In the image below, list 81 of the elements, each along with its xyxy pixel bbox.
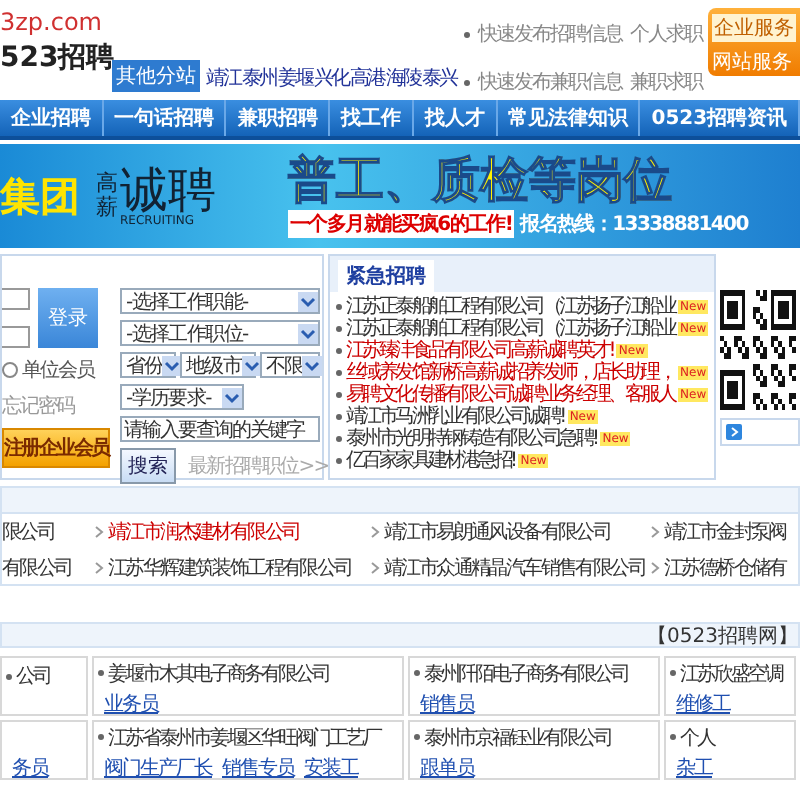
job-function-dropdown[interactable]: -选择工作职能- (120, 288, 320, 314)
caret-icon (298, 323, 318, 343)
urgent-job-link[interactable]: 丝域养发馆新桥高薪诚招养发师，店长助理， (346, 362, 675, 384)
urgent-job-link[interactable]: 靖江市马洲乳业有限公司诚聘! (346, 406, 564, 428)
urgent-job-link[interactable]: 江苏正泰船舶工程有限公司（江苏扬子江船业 (346, 318, 675, 340)
company-name: 公司 (16, 664, 50, 690)
company-name: 泰州市京福钰业有限公司 (424, 725, 611, 751)
search-button[interactable]: 搜索 (120, 448, 176, 484)
nav-item[interactable]: 常见法律知识 (497, 100, 641, 136)
banner-hotline: 报名热线：13338881400 (520, 211, 748, 239)
company-name: 江苏省泰州市姜堰区华旺阀门工艺厂 (108, 725, 380, 751)
radio-label: 单位会员 (22, 357, 94, 384)
company-link[interactable]: 江苏华辉建筑装饰工程有限公司 (108, 553, 352, 581)
city-link[interactable]: 海陵 (386, 64, 420, 92)
company-link[interactable]: 江苏德桥仓储有 (664, 553, 786, 581)
quick-link[interactable]: 个人求职 (630, 20, 702, 48)
city-link[interactable]: 泰兴 (422, 64, 456, 92)
quick-link[interactable]: 兼职求职 (630, 68, 702, 96)
company-name: 姜堰市木其电子商务有限公司 (108, 661, 329, 687)
banner-title: 诚聘 (120, 165, 216, 213)
limit-dropdown[interactable]: 不限 (260, 352, 320, 378)
job-link[interactable]: 销售员 (420, 690, 474, 718)
job-link[interactable]: 维修工 (676, 690, 730, 718)
job-link[interactable]: 跟单员 (420, 754, 474, 782)
education-dropdown[interactable]: -学历要求- (120, 384, 244, 410)
nav-item[interactable]: 找工作 (330, 100, 414, 136)
company-link[interactable]: 限公司 (2, 517, 55, 545)
job-link[interactable]: 安装工 (304, 754, 358, 782)
job-link[interactable]: 杂工 (676, 754, 712, 782)
city-link[interactable]: 靖江 (206, 64, 240, 92)
substation-button[interactable]: 其他分站 (112, 60, 200, 92)
banner-text: 集团 (0, 169, 82, 223)
job-link[interactable]: 业务员 (104, 690, 158, 718)
company-link[interactable]: 靖江市润杰建材有限公司 (108, 517, 300, 545)
password-field[interactable] (2, 326, 30, 348)
city-dropdown[interactable]: 地级市 (180, 352, 256, 378)
keyword-field[interactable]: 请输入要查询的关键字 (120, 416, 320, 442)
logo-name: 523招聘 (0, 39, 115, 78)
caret-icon (162, 355, 183, 375)
nav-item[interactable]: 找人才 (413, 100, 498, 136)
square-icon (726, 424, 742, 440)
nav-item[interactable]: 兼职招聘 (226, 100, 331, 136)
company-name: 江苏欣盛空调 (680, 661, 782, 687)
company-link[interactable]: 靖江市金封泵阀 (664, 517, 786, 545)
city-link[interactable]: 姜堰 (278, 64, 312, 92)
company-link[interactable]: 靖江市易朗通风设备有限公司 (384, 517, 611, 545)
caret-icon (222, 387, 242, 407)
job-link[interactable]: 销售专员 (222, 754, 294, 782)
urgent-job-link[interactable]: 江苏正泰船舶工程有限公司（江苏扬子江船业 (346, 296, 675, 318)
source-label: 【0523招聘网】 (647, 623, 798, 649)
city-link[interactable]: 兴化 (314, 64, 348, 92)
logo-domain: 3zp.com (0, 8, 104, 40)
banner-slogan: 一个多月就能买疯6的工作! (288, 210, 515, 239)
panel-tab[interactable]: 紧急招聘 (338, 260, 434, 292)
nav-item[interactable]: 企业招聘 (0, 100, 104, 136)
job-position-dropdown[interactable]: -选择工作职位- (120, 320, 320, 346)
service-tag[interactable]: 企业服务 (712, 14, 796, 42)
urgent-job-link[interactable]: 易聘文化传播有限公司诚聘业务经理、客服人 (346, 384, 675, 406)
company-name: 泰州阡陌电子商务有限公司 (424, 661, 628, 687)
urgent-job-link[interactable]: 江苏臻沣食品有限公司高薪诚聘英才! (346, 340, 613, 362)
quick-link[interactable]: 快速发布招聘信息 (478, 20, 622, 48)
register-button[interactable]: 注册企业会员 (2, 428, 111, 468)
nav-item[interactable]: 一句话招聘 (103, 100, 227, 136)
radio-button[interactable] (2, 362, 18, 378)
caret-icon (298, 291, 318, 311)
job-link[interactable]: 阀门生产厂长 (104, 754, 212, 782)
company-name: 个人 (680, 725, 714, 751)
province-dropdown[interactable]: 省份 (120, 352, 176, 378)
company-link[interactable]: 靖江市众通精晶汽车销售有限公司 (384, 553, 646, 581)
banner-headline: 普工、质检等岗位 (288, 153, 672, 207)
company-link[interactable]: 有限公司 (2, 553, 72, 581)
banner-text: 高薪 (96, 171, 118, 221)
quick-link[interactable]: 快速发布兼职信息 (478, 68, 622, 96)
urgent-job-link[interactable]: 泰州市光明特钢铸造有限公司急聘! (346, 428, 597, 450)
username-field[interactable] (2, 288, 30, 310)
caret-icon (241, 355, 262, 375)
city-link[interactable]: 泰州 (242, 64, 276, 92)
city-link[interactable]: 高港 (350, 64, 384, 92)
nav-item[interactable]: 0523招聘资讯 (640, 100, 800, 136)
job-link[interactable]: 务员 (12, 754, 48, 782)
urgent-job-link[interactable]: 亿百家家具建材港急招! (346, 450, 515, 472)
